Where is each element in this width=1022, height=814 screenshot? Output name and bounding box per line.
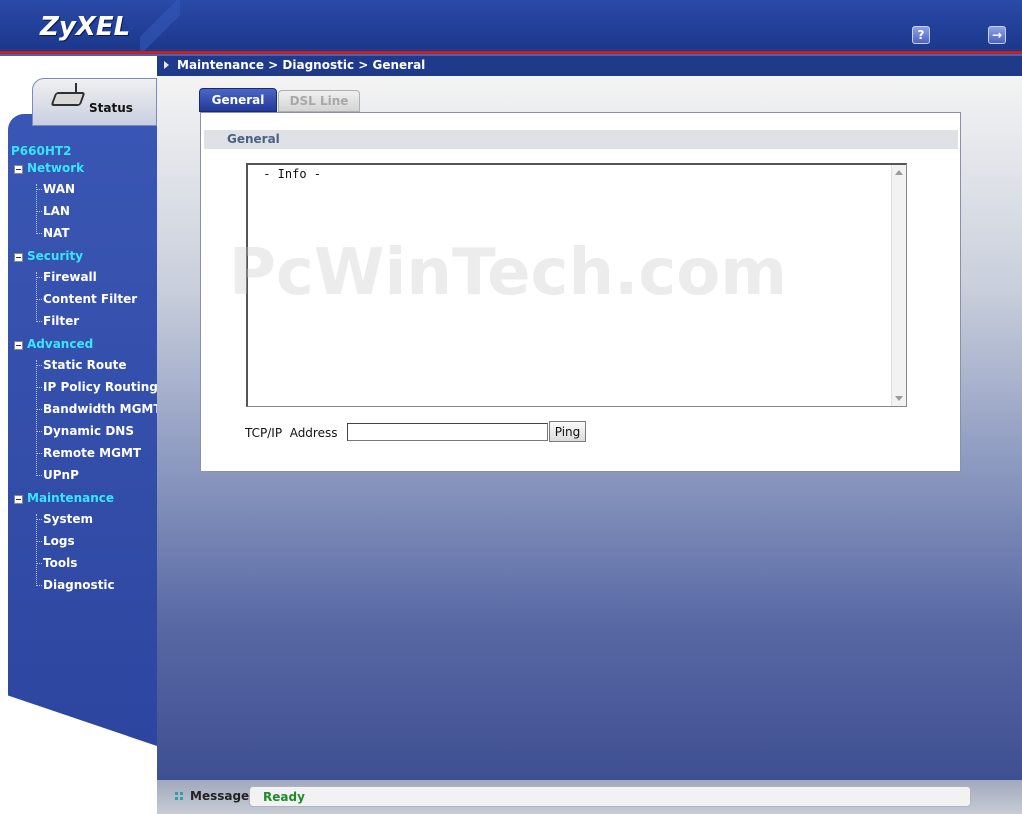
logout-icon[interactable]: → <box>988 26 1006 44</box>
scroll-down-icon[interactable] <box>895 396 903 401</box>
main-content: General DSL Line General - Info - TCP/IP… <box>157 76 1022 780</box>
sidebar-item-dynamic-dns[interactable]: Dynamic DNS <box>43 424 134 438</box>
tree-line <box>36 519 42 520</box>
tab-dsl-line[interactable]: DSL Line <box>278 90 360 112</box>
collapse-icon[interactable] <box>14 341 23 350</box>
nav-group-label: Security <box>27 249 84 263</box>
tree-line <box>36 360 37 476</box>
tree-line <box>36 211 42 212</box>
nav-group-label: Network <box>27 161 85 175</box>
tree-line <box>36 514 37 586</box>
sidebar-item-remote-mgmt[interactable]: Remote MGMT <box>43 446 141 460</box>
message-field: Ready <box>249 786 971 807</box>
sidebar-item-filter[interactable]: Filter <box>43 314 79 328</box>
info-scrollbar[interactable] <box>891 165 906 406</box>
tree-line <box>36 184 37 234</box>
tcpip-address-label: TCP/IP Address <box>245 426 338 440</box>
sidebar-item-bandwidth-mgmt[interactable]: Bandwidth MGMT <box>43 402 162 416</box>
breadcrumb-bar: Maintenance > Diagnostic > General <box>157 56 1022 76</box>
message-value: Ready <box>263 790 305 804</box>
scroll-up-icon[interactable] <box>895 170 903 175</box>
tree-line <box>36 277 42 278</box>
tree-line <box>36 299 42 300</box>
sidebar-item-logs[interactable]: Logs <box>43 534 75 548</box>
sidebar-item-nat[interactable]: NAT <box>43 226 70 240</box>
collapse-icon[interactable] <box>14 253 23 262</box>
sidebar-item-wan[interactable]: WAN <box>43 182 75 196</box>
tree-line <box>36 233 42 234</box>
info-textarea[interactable]: - Info - <box>246 163 907 407</box>
collapse-icon[interactable] <box>14 165 23 174</box>
tree-line <box>36 563 42 564</box>
breadcrumb: Maintenance > Diagnostic > General <box>177 58 426 72</box>
tree-line <box>36 585 42 586</box>
device-name: P660HT2 <box>11 144 72 158</box>
message-label: Message <box>190 789 250 803</box>
tree-line <box>36 431 42 432</box>
sidebar-item-content-filter[interactable]: Content Filter <box>43 292 137 306</box>
collapse-icon[interactable] <box>14 495 23 504</box>
ping-button[interactable]: Ping <box>549 421 586 442</box>
sidebar-item-system[interactable]: System <box>43 512 93 526</box>
header-bar: ZyXEL ? → <box>0 0 1022 56</box>
sidebar-item-static-route[interactable]: Static Route <box>43 358 127 372</box>
router-icon <box>50 92 86 106</box>
tree-line <box>36 321 42 322</box>
nav-group-label: Maintenance <box>27 491 115 505</box>
nav-group-label: Advanced <box>27 337 94 351</box>
tree-line <box>36 365 42 366</box>
tab-general[interactable]: General <box>199 88 277 112</box>
tcpip-address-input[interactable] <box>347 423 548 441</box>
panel-heading: General <box>227 132 280 146</box>
status-tab[interactable]: Status <box>32 78 157 126</box>
panel-heading-bar: General <box>204 130 958 149</box>
sidebar-item-tools[interactable]: Tools <box>43 556 77 570</box>
help-icon[interactable]: ? <box>912 26 930 44</box>
message-icon <box>175 792 184 801</box>
status-tab-label: Status <box>89 101 133 115</box>
sidebar: Status P660HT2 Network WAN LAN NAT Secur… <box>0 56 162 814</box>
zyxel-logo: ZyXEL <box>40 12 131 42</box>
breadcrumb-arrow-icon <box>164 61 169 69</box>
tree-line <box>36 475 42 476</box>
status-bar: Message Ready <box>157 780 1022 814</box>
tree-line <box>36 453 42 454</box>
general-panel: General - Info - TCP/IP Address Ping <box>200 112 961 472</box>
logo-decoration <box>140 0 180 51</box>
tree-line <box>36 272 37 322</box>
tree-line <box>36 541 42 542</box>
sidebar-item-diagnostic[interactable]: Diagnostic <box>43 578 115 592</box>
sidebar-item-upnp[interactable]: UPnP <box>43 468 79 482</box>
tree-line <box>36 387 42 388</box>
tree-line <box>36 189 42 190</box>
sidebar-item-ip-policy-routing[interactable]: IP Policy Routing <box>43 380 158 394</box>
tree-line <box>36 409 42 410</box>
sidebar-item-firewall[interactable]: Firewall <box>43 270 97 284</box>
sidebar-item-lan[interactable]: LAN <box>43 204 70 218</box>
info-text: - Info - <box>256 167 322 181</box>
